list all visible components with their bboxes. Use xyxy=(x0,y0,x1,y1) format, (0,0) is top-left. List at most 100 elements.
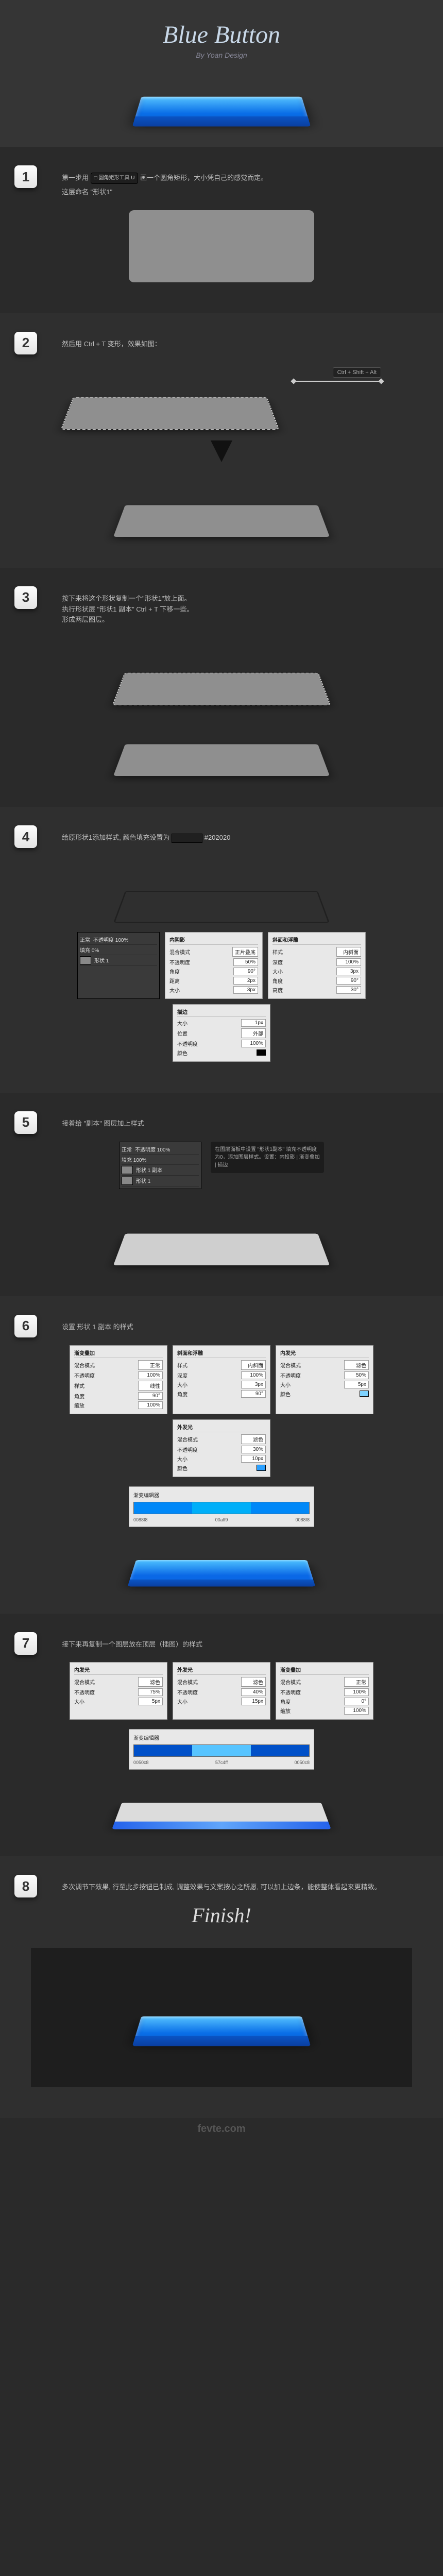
inner-glow-panel: 内发光 混合模式滤色 不透明度50% 大小5px 颜色 xyxy=(276,1345,373,1414)
size-val: 1px xyxy=(241,1019,266,1027)
opacity-val: 100% xyxy=(241,1040,266,1047)
step5-desc: 接着给 "副本" 图层加上样式 xyxy=(62,1118,412,1129)
layer-name: 形状 1 xyxy=(136,1177,150,1184)
layers-panel-mini: 正常不透明度 100% 填充 100% 形状 1 副本 形状 1 xyxy=(119,1142,201,1189)
outlined-perspective-shape xyxy=(113,891,330,923)
step2-desc: 然后用 Ctrl + T 变形，效果如图： xyxy=(62,339,412,350)
rounded-rect-illustration xyxy=(129,210,314,282)
step-2: 2 然后用 Ctrl + T 变形，效果如图： Ctrl + Shift + A… xyxy=(0,313,443,568)
step-number-badge: 4 xyxy=(14,825,37,848)
step-4: 4 给原形状1添加样式, 颜色填充设置为 #202020 正常不透明度 100%… xyxy=(0,807,443,1093)
step-6: 6 设置 形状 1 副本 的样式 渐变叠加 混合模式正常 不透明度100% 样式… xyxy=(0,1296,443,1614)
layer-thumb-icon xyxy=(122,1177,133,1185)
outer-glow-panel: 外发光 混合模式滤色 不透明度40% 大小15px xyxy=(173,1662,270,1720)
page-title: Blue Button xyxy=(0,21,443,49)
perspective-sheet-bottom xyxy=(113,505,330,536)
header: Blue Button By Yoan Design xyxy=(0,0,443,147)
innerglow-swatch xyxy=(360,1391,369,1397)
grad-stop: 00aff9 xyxy=(215,1517,228,1522)
stroke-panel: 描边 大小1px 位置外部 不透明度100% 颜色 xyxy=(173,1004,270,1062)
inner-shadow-panel: 内阴影 混合模式 正片叠底 不透明度 50% 角度 90° 距离 2px 大小 3px xyxy=(165,932,263,999)
hero-blue-button-preview xyxy=(134,97,309,121)
step-8: 8 多次调节下效果, 行至此步按钮已制成, 调整效果与文案按心之所愿, 可以加上… xyxy=(0,1856,443,2118)
step-3: 3 按下来将这个形状复制一个"形状1"放上面。 执行形状层 "形状1 副本" C… xyxy=(0,568,443,807)
grad-editor-title: 渐变编辑器 xyxy=(133,1734,310,1741)
panel-title: 斜面和浮雕 xyxy=(272,936,361,945)
layer-name: 形状 1 副本 xyxy=(136,1166,162,1174)
angle-val: 90° xyxy=(233,968,258,975)
angle-val: 90° xyxy=(336,977,361,985)
step-number-badge: 1 xyxy=(14,165,37,188)
perspective-sheet-top xyxy=(62,397,278,429)
step-1: 1 第一步用 □ 圆角矩形工具 U 画一个圆角矩形，大小凭自己的感觉而定。 这层… xyxy=(0,147,443,313)
step-number-badge: 8 xyxy=(14,1875,37,1897)
opacity-label: 不透明度 100% xyxy=(93,936,128,943)
blend-label: 混合模式 xyxy=(169,948,190,956)
step7-white-blue-slab xyxy=(113,1803,330,1825)
grad-stop: 0088f8 xyxy=(295,1517,310,1522)
outerglow-swatch xyxy=(257,1465,266,1471)
size-val: 3px xyxy=(233,986,258,994)
gradient-bar xyxy=(133,1744,310,1757)
fill-swatch xyxy=(172,834,202,843)
opacity-label: 不透明度 xyxy=(169,958,190,966)
big-down-arrow-icon: ▼ xyxy=(203,438,240,461)
step6-desc: 设置 形状 1 副本 的样式 xyxy=(62,1322,412,1333)
layer-thumb-icon xyxy=(80,956,91,964)
panel-title: 描边 xyxy=(177,1008,266,1017)
blend-mode: 正常 xyxy=(80,936,90,943)
stroke-color-swatch xyxy=(257,1049,266,1056)
page-subtitle: By Yoan Design xyxy=(0,51,443,59)
grad-stop: 0050c8 xyxy=(133,1760,149,1765)
depth-val: 100% xyxy=(336,958,361,966)
grad-stop: 0088f8 xyxy=(133,1517,148,1522)
drag-arrow-annotation xyxy=(294,381,381,382)
alt-val: 30° xyxy=(336,986,361,994)
layer-thumb-icon xyxy=(122,1166,133,1174)
gradient-bar xyxy=(133,1502,310,1514)
step-number-badge: 2 xyxy=(14,332,37,354)
size-label: 大小 xyxy=(169,986,180,994)
bevel-panel: 斜面和浮雕 样式内斜面 深度100% 大小3px 角度90° xyxy=(173,1345,270,1414)
gradient-editor: 渐变编辑器 0088f8 00aff9 0088f8 xyxy=(129,1486,314,1527)
copy-sheet-bottom xyxy=(113,744,330,776)
blend-val: 正片叠底 xyxy=(232,947,258,957)
watermark: fevte.com xyxy=(0,2118,443,2145)
step3-line1: 按下来将这个形状复制一个"形状1"放上面。 xyxy=(62,594,412,604)
callout-box: 在图层面板中设置 "形状1副本" 填充不透明度为0，添加图层样式。设置：内投影 … xyxy=(211,1142,324,1173)
inner-glow-panel: 内发光 混合模式滤色 不透明度75% 大小5px xyxy=(70,1662,167,1720)
grad-stop: 57c4ff xyxy=(215,1760,228,1765)
fill-hex: #202020 xyxy=(205,834,231,841)
panel-title: 内阴影 xyxy=(169,936,258,945)
step8-desc: 多次调节下效果, 行至此步按钮已制成, 调整效果与文案按心之所愿, 可以加上边条… xyxy=(62,1882,412,1893)
dist-label: 距离 xyxy=(169,977,180,985)
step1-desc-post: 画一个圆角矩形，大小凭自己的感觉而定。 xyxy=(140,174,267,181)
copy-sheet-top xyxy=(113,673,330,705)
layers-panel-mini: 正常不透明度 100% 填充 0% 形状 1 xyxy=(77,932,160,999)
outer-glow-panel: 外发光 混合模式滤色 不透明度30% 大小10px 颜色 xyxy=(173,1419,270,1477)
step1-below: 这层命名 "形状1" xyxy=(62,187,412,198)
style-val: 内斜面 xyxy=(336,947,361,957)
bevel-panel: 斜面和浮雕 样式内斜面 深度100% 大小3px 角度90° 高度30° xyxy=(268,932,366,999)
step-7: 7 接下来再复制一个图层放在顶层（插图）的样式 内发光 混合模式滤色 不透明度7… xyxy=(0,1614,443,1857)
step-number-badge: 5 xyxy=(14,1111,37,1134)
dist-val: 2px xyxy=(233,977,258,985)
final-render xyxy=(31,1948,412,2087)
grad-overlay-panel: 渐变叠加 混合模式正常 不透明度100% 样式线性 角度90° 缩放100% xyxy=(70,1345,167,1414)
step-number-badge: 7 xyxy=(14,1632,37,1655)
rounded-rect-tool-chip: □ 圆角矩形工具 U xyxy=(91,173,139,184)
kbd-hint: Ctrl + Shift + Alt xyxy=(333,367,381,378)
grad-overlay-panel: 渐变叠加 混合模式正常 不透明度100% 角度0° 缩放100% xyxy=(276,1662,373,1720)
opacity-val: 50% xyxy=(233,958,258,966)
grad-editor-title: 渐变编辑器 xyxy=(133,1491,310,1499)
step4-desc: 给原形状1添加样式, 颜色填充设置为 xyxy=(62,834,169,841)
layer-name: 形状 1 xyxy=(94,956,109,964)
step-number-badge: 3 xyxy=(14,586,37,609)
step3-line2: 执行形状层 "形状1 副本" Ctrl + T 下移一些。 xyxy=(62,604,412,615)
angle-label: 角度 xyxy=(169,968,180,975)
step3-line3: 形成两层图层。 xyxy=(62,615,412,625)
step6-blue-result xyxy=(129,1560,314,1583)
step5-result xyxy=(113,1233,330,1265)
grad-stop: 0050c8 xyxy=(294,1760,310,1765)
step-number-badge: 6 xyxy=(14,1315,37,1337)
